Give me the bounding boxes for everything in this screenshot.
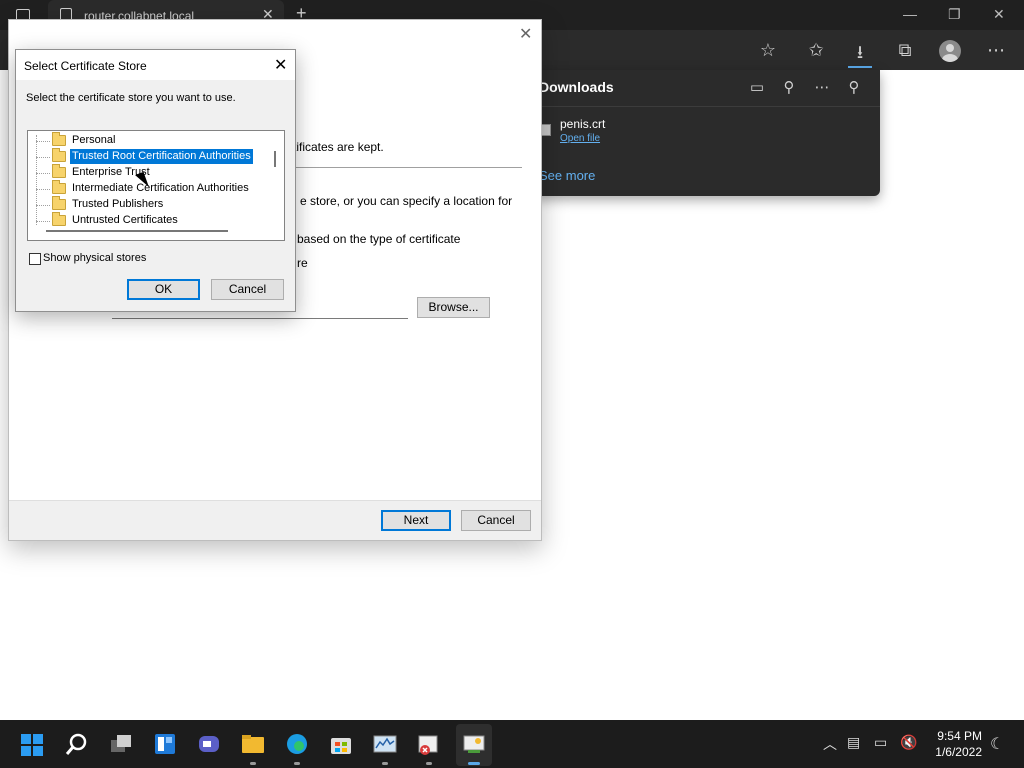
keyboard-icon[interactable]: ▤ [847, 734, 860, 751]
divider [289, 167, 522, 168]
folder-icon [52, 212, 66, 226]
search-icon[interactable] [65, 732, 89, 756]
widgets-icon[interactable] [153, 732, 177, 756]
show-physical-stores-label[interactable]: Show physical stores [43, 252, 146, 264]
volume-muted-icon[interactable]: 🔇 [900, 734, 917, 751]
active-app-indicator [468, 762, 480, 765]
downloads-panel: Downloads ▭ ⚲ ⋯ ⚲ penis.crt Open file Se… [533, 70, 880, 196]
tree-connector [36, 173, 50, 174]
certificate-manager-icon[interactable] [417, 732, 441, 756]
tree-item-label: Trusted Root Certification Authorities [69, 148, 254, 165]
start-icon[interactable] [21, 734, 43, 756]
dialog-cancel-button[interactable]: Cancel [211, 279, 284, 300]
folder-icon [52, 180, 66, 194]
network-icon[interactable]: ▭ [874, 734, 887, 751]
folder-icon [52, 164, 66, 178]
dialog-title: Select Certificate Store [24, 59, 147, 73]
performance-monitor-icon[interactable] [373, 732, 397, 756]
dialog-close-button[interactable]: ✕ [274, 55, 287, 75]
see-more-link[interactable]: See more [539, 168, 595, 183]
dialog-titlebar: Select Certificate Store ✕ [16, 50, 295, 80]
running-indicator [382, 762, 388, 765]
minimize-button[interactable]: — [903, 6, 917, 22]
certificate-store-tree[interactable]: Personal Trusted Root Certification Auth… [27, 130, 285, 241]
folder-icon [52, 148, 66, 162]
download-file-name[interactable]: penis.crt [560, 117, 605, 131]
wizard-footer: Next Cancel [9, 500, 541, 540]
downloads-title: Downloads [539, 79, 614, 95]
file-explorer-icon[interactable] [241, 732, 265, 756]
divider [533, 106, 880, 107]
tree-item-label: Intermediate Certification Authorities [72, 182, 249, 194]
next-button[interactable]: Next [381, 510, 451, 531]
wizard-instruction: e store, or you can specify a location f… [300, 194, 513, 208]
vertical-scrollbar[interactable] [274, 151, 276, 167]
horizontal-scrollbar[interactable] [46, 230, 228, 232]
more-icon[interactable]: ⋯ [984, 40, 1008, 61]
tree-connector [36, 205, 50, 206]
show-hidden-icons-chevron[interactable]: ︿ [823, 734, 837, 754]
clock-date[interactable]: 1/6/2022 [934, 745, 982, 759]
select-certificate-store-dialog: Select Certificate Store ✕ Select the ce… [15, 49, 296, 312]
radio-auto-label: based on the type of certificate [297, 232, 461, 246]
tree-item-label: Untrusted Certificates [72, 214, 178, 226]
more-options-icon[interactable]: ⋯ [812, 78, 832, 96]
open-folder-icon[interactable]: ▭ [747, 78, 767, 96]
store-icon[interactable] [329, 732, 353, 756]
tree-connector [36, 221, 50, 222]
folder-icon [52, 132, 66, 146]
certificate-import-icon[interactable] [462, 732, 486, 756]
browse-button[interactable]: Browse... [417, 297, 490, 318]
tree-connector [36, 189, 50, 190]
notifications-moon-icon[interactable]: ☾ [990, 734, 1004, 754]
favorites-icon[interactable]: ✩ [804, 40, 828, 61]
running-indicator [426, 762, 432, 765]
collections-icon[interactable]: ⧉ [893, 40, 917, 61]
search-icon[interactable]: ⚲ [779, 78, 799, 96]
profile-avatar[interactable] [939, 40, 961, 62]
wizard-description: rtificates are kept. [289, 140, 384, 154]
favorite-add-icon[interactable]: ☆ [756, 40, 780, 61]
certificate-file-icon [541, 124, 551, 136]
dialog-instruction: Select the certificate store you want to… [26, 92, 236, 104]
ok-button[interactable]: OK [127, 279, 200, 300]
tree-connector [36, 157, 50, 158]
show-physical-stores-checkbox[interactable] [29, 253, 41, 265]
wizard-close-button[interactable]: ✕ [519, 24, 532, 44]
restore-button[interactable]: ❐ [948, 6, 961, 23]
tree-connector [36, 141, 50, 142]
tree-item-label: Trusted Publishers [72, 198, 164, 210]
running-indicator [250, 762, 256, 765]
active-indicator [848, 66, 872, 68]
clock-time[interactable]: 9:54 PM [934, 729, 982, 743]
running-indicator [294, 762, 300, 765]
wizard-cancel-button[interactable]: Cancel [461, 510, 531, 531]
pin-icon[interactable]: ⚲ [844, 78, 864, 96]
folder-icon [52, 196, 66, 210]
tree-item-label: Personal [72, 134, 116, 146]
radio-place-label: re [297, 256, 308, 270]
task-view-icon[interactable] [109, 732, 133, 756]
tree-connector [36, 135, 37, 225]
open-file-link[interactable]: Open file [560, 133, 600, 144]
window-close-button[interactable]: ✕ [993, 6, 1005, 23]
edge-icon[interactable] [285, 732, 309, 756]
chat-icon[interactable] [197, 732, 221, 756]
